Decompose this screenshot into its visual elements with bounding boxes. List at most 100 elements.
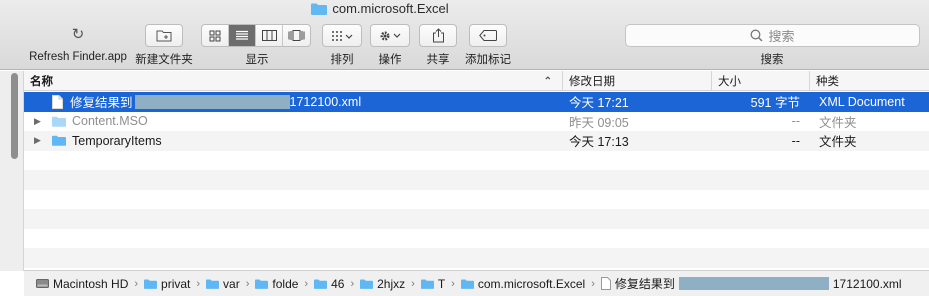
empty-row: [24, 170, 929, 190]
chevron-right-icon: ›: [196, 277, 201, 290]
path-label: 2hjxz: [377, 276, 406, 291]
folder-icon: [255, 279, 269, 289]
path-label: 46: [331, 276, 345, 291]
gallery-view-button[interactable]: [283, 25, 310, 46]
table-row[interactable]: ▶ TemporaryItems 今天 17:13 -- 文件夹: [24, 131, 929, 151]
empty-row: [24, 248, 929, 268]
share-button[interactable]: [419, 24, 457, 47]
file-size: 591 字节: [750, 96, 800, 111]
path-item[interactable]: 46: [314, 277, 344, 291]
arrange-label: 排列: [330, 54, 354, 66]
gear-icon: [380, 30, 401, 41]
path-item[interactable]: var: [206, 277, 240, 291]
empty-row: [24, 190, 929, 210]
chevron-right-icon: ›: [411, 277, 415, 290]
file-date: 昨天 09:05: [569, 115, 629, 130]
grid-icon: [209, 30, 221, 41]
path-item[interactable]: com.microsoft.Excel: [460, 277, 585, 291]
folder-icon: [144, 279, 158, 289]
window-title: com.microsoft.Excel: [0, 1, 760, 16]
chevron-right-icon: ›: [245, 277, 250, 290]
column-kind-label: 种类: [816, 76, 839, 88]
column-size[interactable]: 大小: [712, 71, 810, 91]
column-size-label: 大小: [718, 76, 741, 88]
file-date: 今天 17:21: [569, 96, 629, 111]
search-label: 搜索: [760, 54, 784, 66]
file-date: 今天 17:13: [569, 135, 629, 150]
window-title-text: com.microsoft.Excel: [332, 1, 449, 16]
folder-icon: [52, 116, 66, 127]
folder-icon: [314, 279, 328, 289]
icon-view-button[interactable]: [202, 25, 229, 46]
path-item[interactable]: 2hjxz: [360, 277, 405, 291]
path-item[interactable]: privat: [144, 277, 190, 291]
column-date[interactable]: 修改日期: [563, 71, 712, 91]
view-label: 显示: [245, 54, 269, 66]
file-kind: XML Document: [819, 94, 905, 109]
add-tag-label: 添加标记: [465, 54, 511, 66]
path-item-file[interactable]: 修复结果到 1712100.xml: [600, 275, 902, 292]
chevron-right-icon: ›: [304, 277, 309, 290]
list-view-button[interactable]: [229, 25, 256, 46]
tag-icon: [479, 30, 497, 41]
list-icon: [236, 30, 248, 40]
action-label: 操作: [378, 54, 402, 66]
path-item[interactable]: folde: [255, 277, 298, 291]
refresh-label[interactable]: Refresh Finder.app: [28, 51, 128, 63]
file-kind: 文件夹: [819, 115, 857, 130]
folder-icon: [52, 135, 66, 146]
new-folder-label: 新建文件夹: [135, 54, 193, 66]
search-icon: [751, 29, 764, 42]
folder-name: Content.MSO: [72, 114, 148, 129]
refresh-icon[interactable]: ↻: [68, 24, 88, 44]
columns-icon: [261, 30, 277, 41]
new-folder-icon: [156, 30, 172, 42]
folder-name: TemporaryItems: [72, 133, 162, 148]
share-label: 共享: [426, 54, 450, 66]
path-label: T: [437, 276, 446, 291]
redacted-name: [678, 277, 829, 290]
column-name-label: 名称: [30, 76, 53, 88]
view-mode-control[interactable]: [201, 24, 311, 47]
search-input[interactable]: 搜索: [625, 24, 920, 47]
empty-row: [24, 209, 929, 229]
column-view-button[interactable]: [256, 25, 283, 46]
path-item[interactable]: T: [420, 276, 446, 291]
path-label: 1712100.xml: [832, 276, 902, 291]
file-size: --: [791, 114, 800, 129]
search-placeholder: 搜索: [768, 29, 795, 44]
disclosure-triangle-icon[interactable]: ▶: [34, 116, 46, 127]
cover-flow-icon: [288, 30, 305, 41]
folder-icon: [311, 3, 328, 15]
scrollbar-thumb[interactable]: [11, 73, 18, 159]
toolbar: com.microsoft.Excel ↻ Refresh Finder.app…: [0, 0, 929, 70]
chevron-right-icon: ›: [591, 277, 595, 290]
file-kind: 文件夹: [819, 135, 857, 150]
arrange-button[interactable]: [322, 24, 362, 47]
folder-icon: [420, 279, 434, 289]
share-icon: [432, 28, 444, 43]
table-row[interactable]: 修复结果到 1712100.xml 今天 17:21 591 字节 XML Do…: [24, 92, 929, 112]
path-label: privat: [161, 276, 191, 291]
disclosure-triangle-icon[interactable]: ▶: [34, 135, 46, 146]
add-tag-button[interactable]: [469, 24, 507, 47]
document-icon: [600, 277, 611, 290]
folder-icon: [460, 279, 474, 289]
new-folder-button[interactable]: [145, 24, 183, 47]
file-size: --: [791, 133, 800, 148]
path-bar: Macintosh HD › privat › var › folde › 46…: [24, 270, 929, 296]
column-date-label: 修改日期: [569, 76, 615, 88]
file-name-prefix: 修复结果到: [70, 96, 133, 111]
path-label: Macintosh HD: [53, 276, 129, 291]
chevron-right-icon: ›: [134, 277, 139, 290]
column-header: 名称 ⌃ 修改日期 大小 种类: [24, 71, 929, 91]
path-label: 修复结果到: [614, 277, 675, 291]
arrange-icon: [332, 30, 353, 41]
column-kind[interactable]: 种类: [810, 71, 929, 91]
path-item-disk[interactable]: Macintosh HD: [36, 277, 128, 291]
action-button[interactable]: [370, 24, 410, 47]
column-name[interactable]: 名称 ⌃: [24, 71, 563, 91]
table-row[interactable]: ▶ Content.MSO 昨天 09:05 -- 文件夹: [24, 112, 929, 132]
hard-disk-icon: [36, 279, 49, 288]
document-icon: [52, 94, 63, 109]
